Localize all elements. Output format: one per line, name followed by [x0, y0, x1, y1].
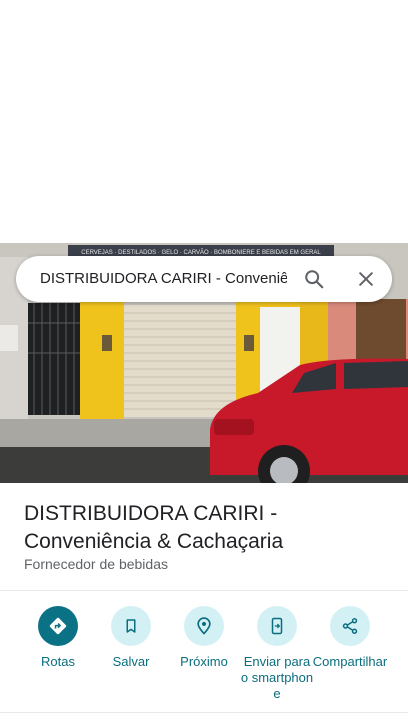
nearby-label: Próximo [180, 654, 228, 669]
place-title: DISTRIBUIDORA CARIRI - Conveniência & Ca… [24, 502, 284, 553]
divider [0, 712, 408, 713]
directions-icon [49, 617, 67, 635]
directions-button[interactable]: Rotas [20, 606, 96, 670]
save-label: Salvar [112, 654, 150, 669]
directions-label: Rotas [41, 654, 75, 669]
share-icon [342, 618, 358, 634]
bookmark-icon [126, 619, 136, 633]
send-to-phone-button[interactable]: Enviar para o smartphone [239, 606, 315, 702]
nearby-icon [197, 617, 211, 635]
storefront-sign: CERVEJAS · DESTILADOS · GELO · CARVÃO · … [81, 249, 321, 256]
search-input[interactable]: DISTRIBUIDORA CARIRI - Conveniên [40, 256, 287, 302]
share-label: Compartilhar [312, 654, 388, 669]
search-button[interactable] [300, 265, 328, 293]
send-to-phone-label: Enviar para o smartphone [240, 654, 314, 701]
send-to-phone-icon [271, 617, 283, 635]
place-category: Fornecedor de bebidas [24, 556, 168, 572]
nearby-button[interactable]: Próximo [166, 606, 242, 670]
close-button[interactable] [352, 265, 380, 293]
save-button[interactable]: Salvar [93, 606, 169, 670]
share-button[interactable]: Compartilhar [312, 606, 388, 670]
search-icon [305, 270, 324, 289]
divider [0, 590, 408, 591]
close-icon [359, 272, 373, 286]
search-bar[interactable]: DISTRIBUIDORA CARIRI - Conveniên [16, 256, 392, 302]
